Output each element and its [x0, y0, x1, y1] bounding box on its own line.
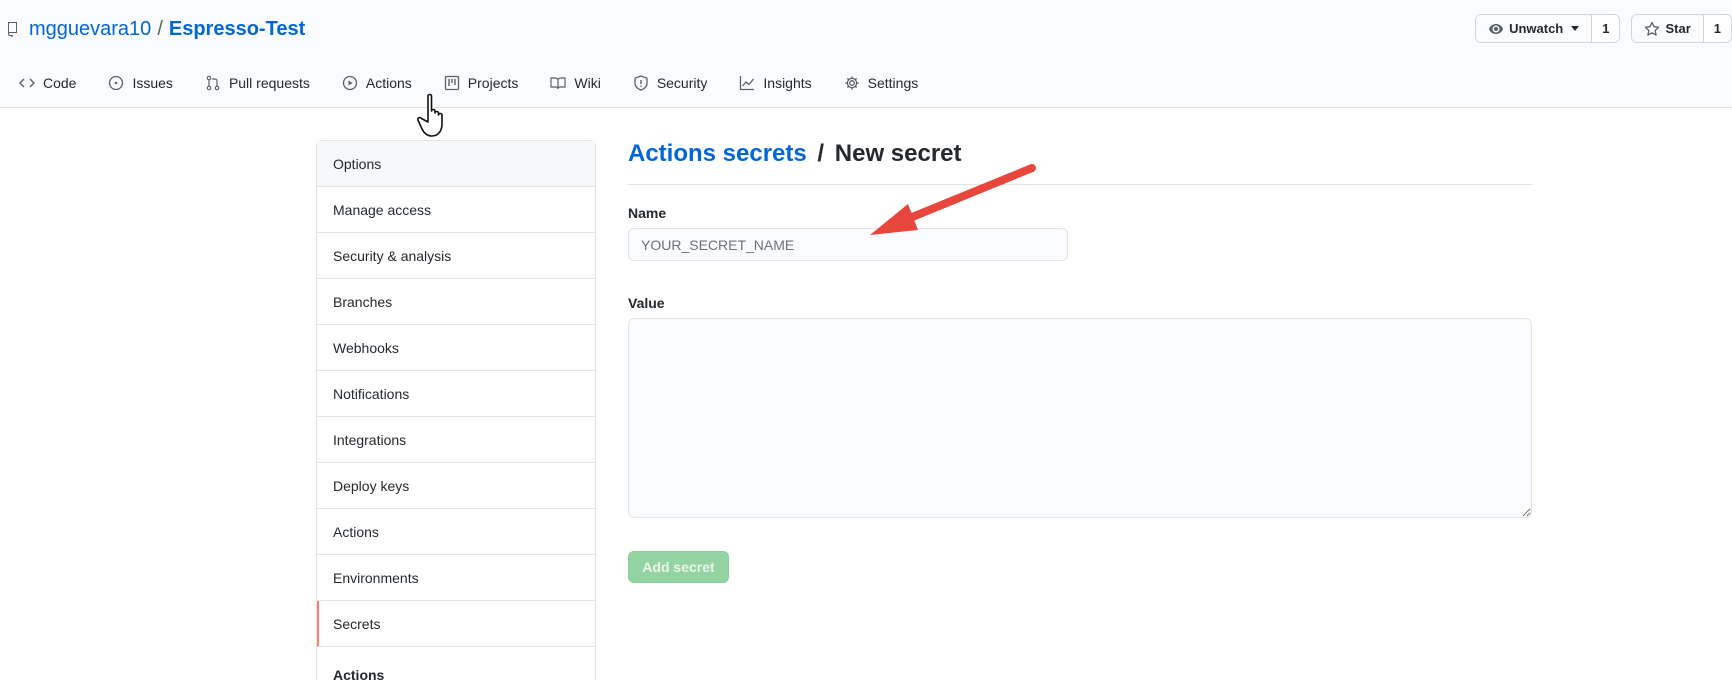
unwatch-label: Unwatch: [1509, 21, 1564, 36]
repo-actions: Unwatch 1 Star 1: [1464, 14, 1732, 43]
sidebar-item-label: Deploy keys: [333, 477, 410, 494]
tab-projects-label: Projects: [467, 75, 519, 91]
book-icon: [550, 77, 566, 90]
new-secret-form: Actions secrets / New secret Name Value …: [628, 140, 1532, 583]
sidebar-item-label: Branches: [333, 293, 393, 310]
sidebar-item-deploy-keys[interactable]: Deploy keys: [317, 463, 595, 509]
tab-code-label: Code: [43, 75, 77, 91]
hand-cursor-icon: [417, 93, 443, 137]
gear-icon: [845, 76, 859, 90]
tab-security-label: Security: [656, 75, 708, 91]
star-button[interactable]: Star: [1632, 15, 1703, 42]
sidebar-item-label: Security & analysis: [333, 247, 452, 264]
watch-group: Unwatch 1: [1475, 14, 1621, 43]
star-group: Star 1: [1631, 14, 1732, 43]
sidebar-item-label: Manage access: [333, 201, 432, 218]
tab-code[interactable]: Code: [19, 75, 76, 91]
repo-header: mgguevara10 / Espresso-Test Unwatch 1 St…: [0, 0, 1732, 108]
watch-count[interactable]: 1: [1591, 15, 1620, 42]
tab-wiki[interactable]: Wiki: [550, 75, 601, 91]
star-label: Star: [1665, 21, 1691, 36]
annotation-arrow-icon: [870, 164, 1036, 235]
sidebar-item-security-analysis[interactable]: Security & analysis: [317, 233, 595, 279]
sidebar-item-branches[interactable]: Branches: [317, 279, 595, 325]
sidebar-item-label: Webhooks: [333, 339, 399, 356]
project-icon: [444, 75, 459, 91]
page-title: Actions secrets / New secret: [628, 140, 1532, 185]
tab-insights-label: Insights: [763, 75, 812, 91]
repo-tabs: Code Issues Pull requests Actions Projec…: [19, 72, 950, 94]
secret-value-textarea[interactable]: [628, 318, 1532, 518]
issue-icon: [109, 75, 124, 91]
sidebar-item-label: Options: [333, 155, 382, 172]
tab-insights[interactable]: Insights: [739, 75, 812, 91]
sidebar-section-heading: Actions: [333, 667, 385, 680]
repo-name-link[interactable]: Espresso-Test: [169, 18, 305, 41]
sidebar-item-notifications[interactable]: Notifications: [317, 371, 595, 417]
add-secret-button[interactable]: Add secret: [628, 551, 729, 583]
eye-icon: [1489, 23, 1504, 34]
unwatch-button[interactable]: Unwatch: [1476, 15, 1592, 42]
sidebar-item-label: Secrets: [333, 615, 381, 632]
settings-sidebar: Options Manage access Security & analysi…: [316, 140, 596, 680]
star-count[interactable]: 1: [1702, 15, 1731, 42]
sidebar-item-label: Environments: [333, 569, 419, 586]
breadcrumb-actions-secrets[interactable]: Actions secrets: [628, 140, 807, 167]
tab-pull-requests[interactable]: Pull requests: [205, 75, 310, 91]
repo-title: mgguevara10 / Espresso-Test: [6, 16, 305, 42]
tab-settings-label: Settings: [867, 75, 919, 91]
tab-wiki-label: Wiki: [574, 75, 601, 91]
repo-separator: /: [157, 17, 163, 40]
sidebar-item-options[interactable]: Options: [317, 141, 595, 187]
repo-icon: [8, 22, 17, 37]
breadcrumb-separator: /: [817, 140, 825, 167]
star-icon: [1645, 21, 1660, 36]
chevron-down-icon: [1571, 26, 1580, 31]
sidebar-item-integrations[interactable]: Integrations: [317, 417, 595, 463]
sidebar-item-secrets[interactable]: Secrets: [317, 601, 595, 647]
pull-request-icon: [206, 75, 220, 91]
tab-issues[interactable]: Issues: [108, 75, 173, 91]
value-label: Value: [628, 295, 665, 311]
sidebar-item-manage-access[interactable]: Manage access: [317, 187, 595, 233]
tab-projects[interactable]: Projects: [444, 75, 519, 91]
tab-issues-label: Issues: [132, 75, 173, 91]
repo-owner-link[interactable]: mgguevara10: [29, 18, 151, 41]
sidebar-item-actions[interactable]: Actions: [317, 509, 595, 555]
shield-icon: [634, 75, 648, 91]
tab-settings[interactable]: Settings: [844, 75, 919, 91]
graph-icon: [740, 76, 755, 91]
play-icon: [342, 75, 358, 91]
tab-actions[interactable]: Actions: [342, 75, 412, 91]
sidebar-item-label: Actions: [333, 523, 379, 540]
sidebar-item-label: Notifications: [333, 385, 410, 402]
tab-actions-label: Actions: [365, 75, 412, 91]
sidebar-item-environments[interactable]: Environments: [317, 555, 595, 601]
sidebar-item-webhooks[interactable]: Webhooks: [317, 325, 595, 371]
sidebar-item-label: Integrations: [333, 431, 407, 448]
tab-pull-requests-label: Pull requests: [228, 75, 310, 91]
code-icon: [19, 78, 35, 88]
tab-security[interactable]: Security: [633, 75, 708, 91]
name-label: Name: [628, 205, 667, 221]
